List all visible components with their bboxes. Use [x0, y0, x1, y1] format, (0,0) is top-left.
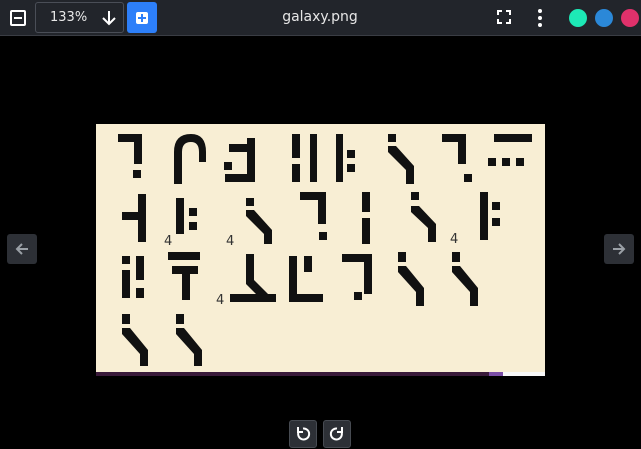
- glyph-label-1: 4: [164, 234, 172, 249]
- glyph-image: 4 4 4 4: [118, 134, 532, 366]
- zoom-out-button[interactable]: [8, 8, 28, 28]
- rotate-right-icon: [329, 427, 343, 441]
- toolbar: 133% galaxy.png: [0, 0, 641, 36]
- color-dot-pink[interactable]: [621, 9, 639, 27]
- next-image-button[interactable]: [604, 234, 634, 264]
- arrow-down-icon[interactable]: [100, 8, 118, 28]
- color-dot-teal[interactable]: [569, 9, 587, 27]
- fullscreen-icon[interactable]: [496, 9, 512, 25]
- glyph-label-2: 4: [226, 234, 234, 249]
- arrow-right-icon: [613, 243, 626, 255]
- image-preview: 4 4 4 4: [96, 124, 545, 376]
- zoom-in-icon: [136, 11, 148, 24]
- glyph-label-4: 4: [216, 293, 224, 308]
- zoom-value: 133%: [50, 10, 88, 25]
- zoom-field[interactable]: 133%: [35, 2, 124, 33]
- arrow-left-icon: [15, 243, 28, 255]
- image-bottom-strip: [96, 372, 545, 376]
- rotate-left-icon: [297, 427, 311, 441]
- more-vert-icon[interactable]: [532, 8, 548, 28]
- prev-image-button[interactable]: [7, 234, 37, 264]
- rotate-left-button[interactable]: [289, 420, 317, 448]
- zoom-in-button[interactable]: [127, 2, 157, 33]
- glyph-label-3: 4: [450, 232, 458, 247]
- file-title: galaxy.png: [282, 9, 358, 25]
- zoom-out-icon: [10, 10, 26, 26]
- color-dot-blue[interactable]: [595, 9, 613, 27]
- rotate-right-button[interactable]: [323, 420, 351, 448]
